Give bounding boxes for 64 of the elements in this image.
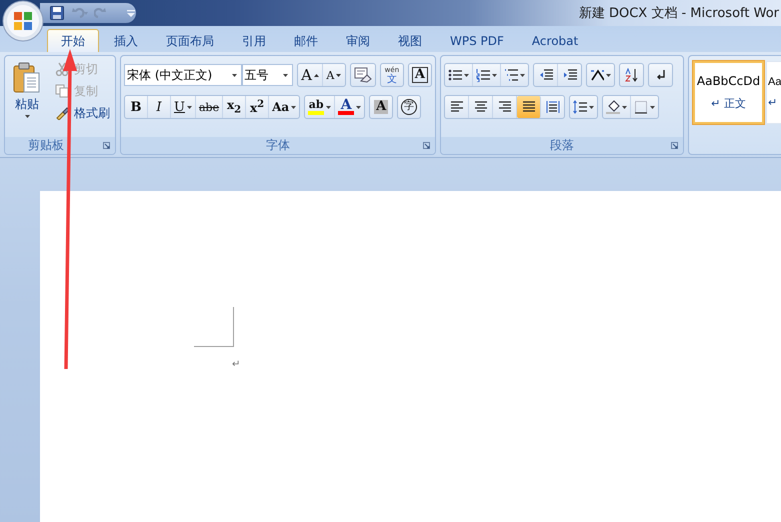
sort-icon (624, 68, 638, 82)
dialog-launcher-icon[interactable] (671, 142, 678, 149)
grow-font-button[interactable]: A (298, 64, 323, 86)
ribbon-tab[interactable]: Acrobat (518, 30, 592, 52)
paint-bucket-icon (606, 100, 620, 114)
clipboard-icon (13, 62, 41, 94)
shading-button[interactable] (603, 96, 631, 118)
style-gallery-item[interactable]: Aa ↵ (766, 61, 781, 124)
paragraph-mark: ↵ (232, 359, 240, 371)
ribbon-tab[interactable]: 插入 (101, 30, 151, 52)
ribbon-tab[interactable]: 页面布局 (153, 30, 227, 52)
paintbrush-icon (55, 106, 69, 120)
justify-button[interactable] (517, 96, 541, 118)
border-grid-icon (634, 100, 648, 114)
dialog-launcher-icon[interactable] (103, 142, 110, 149)
eraser-icon (354, 67, 372, 83)
ribbon-tab[interactable]: 邮件 (281, 30, 331, 52)
style-gallery-item[interactable]: AaBbCcDd ↵ 正文 (693, 61, 764, 124)
italic-button[interactable]: I (148, 96, 171, 118)
group-title: 剪贴板 (28, 137, 64, 154)
ribbon-tab[interactable]: 引用 (229, 30, 279, 52)
character-shading-button[interactable]: A (370, 96, 392, 118)
bulleted-list-icon (448, 68, 462, 82)
change-case-button[interactable]: Aa (269, 96, 300, 118)
ribbon-tab[interactable]: 视图 (385, 30, 435, 52)
ribbon-tab[interactable]: WPS PDF (437, 30, 517, 52)
window-title: 新建 DOCX 文档 - Microsoft Wor (578, 5, 779, 22)
scissors-icon (55, 62, 69, 76)
strikethrough-button[interactable]: abe (196, 96, 224, 118)
align-right-icon (498, 100, 512, 114)
clipboard-format-painter-button[interactable]: 格式刷 (55, 103, 110, 123)
distribute-icon (546, 100, 560, 114)
line-spacing-icon (573, 100, 587, 114)
numbered-list-icon (476, 68, 490, 82)
up-triangle-icon (314, 74, 319, 76)
bold-button[interactable]: B (125, 96, 148, 118)
text-layout-icon (590, 68, 604, 82)
font-size-dropdown[interactable]: 五号 (242, 64, 294, 86)
script-button[interactable]: x$^{2}$ (246, 96, 270, 118)
ribbon-tab[interactable]: 开始 (47, 29, 99, 52)
save-icon[interactable] (50, 6, 64, 20)
decrease-indent-icon (538, 68, 552, 82)
paste-button[interactable]: 粘贴 (8, 59, 46, 137)
font-name-dropdown[interactable]: 宋体 (中文正文) (124, 64, 242, 86)
highlight-button[interactable]: ab (305, 96, 336, 118)
down-triangle-icon (336, 74, 342, 76)
increase-indent-icon (562, 68, 576, 82)
script-button[interactable]: x$_{2}$ (223, 96, 246, 118)
group-title: 段落 (550, 137, 574, 154)
dialog-launcher-icon[interactable] (423, 142, 430, 149)
multilevel-list-icon (504, 68, 518, 82)
caret-icon (232, 74, 237, 76)
margin-corner-mark (194, 307, 234, 347)
shrink-font-button[interactable]: A (322, 64, 345, 86)
ribbon-tab[interactable]: 审阅 (333, 30, 383, 52)
copy-icon (55, 84, 69, 98)
caret-icon (24, 115, 30, 118)
underline-button[interactable]: U (171, 96, 196, 118)
align-left-icon (450, 100, 464, 114)
caret-icon (283, 74, 288, 76)
align-center-icon (474, 100, 488, 114)
justify-icon (522, 100, 536, 114)
font-color-button[interactable]: A (335, 96, 364, 118)
group-title: 字体 (266, 137, 290, 154)
